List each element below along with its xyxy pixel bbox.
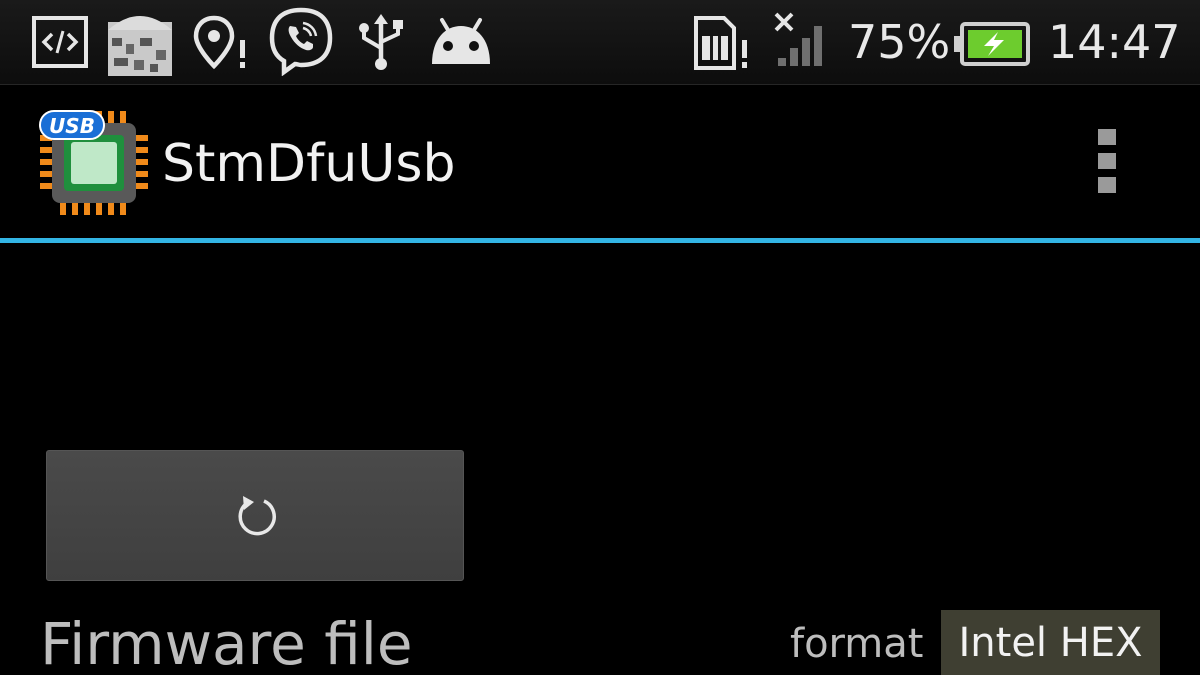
reload-icon xyxy=(238,496,276,536)
status-bar: 75% 14:47 xyxy=(0,0,1200,85)
action-bar-divider xyxy=(0,238,1200,243)
viber-icon[interactable] xyxy=(266,6,336,80)
overflow-menu-button[interactable] xyxy=(1094,129,1120,199)
usb-badge-text: USB xyxy=(49,114,95,138)
usb-chip-icon[interactable]: USB xyxy=(38,107,152,223)
format-value-selector[interactable]: Intel HEX xyxy=(941,610,1160,675)
menu-dot-icon xyxy=(1098,153,1116,169)
clock: 14:47 xyxy=(1048,15,1181,69)
developer-code-icon[interactable] xyxy=(32,16,88,72)
action-bar: USB StmDfuUsb xyxy=(0,85,1200,238)
firmware-file-label: Firmware file xyxy=(40,610,413,675)
app-title: StmDfuUsb xyxy=(162,134,456,194)
reload-button[interactable] xyxy=(46,450,464,581)
menu-dot-icon xyxy=(1098,129,1116,145)
location-alert-icon[interactable] xyxy=(192,14,252,76)
battery-charging-icon xyxy=(954,22,1030,70)
sim-card-alert-icon[interactable] xyxy=(692,14,752,76)
usb-icon[interactable] xyxy=(356,12,406,76)
android-screen: 75% 14:47 USB StmDfuUsb Firmware file fo… xyxy=(0,0,1200,675)
battery-percent: 75% xyxy=(848,15,951,69)
android-debug-icon[interactable] xyxy=(428,16,494,70)
format-label: format xyxy=(790,621,924,667)
no-signal-icon xyxy=(772,10,832,72)
menu-dot-icon xyxy=(1098,177,1116,193)
app-thumbnail-icon[interactable] xyxy=(106,8,174,80)
